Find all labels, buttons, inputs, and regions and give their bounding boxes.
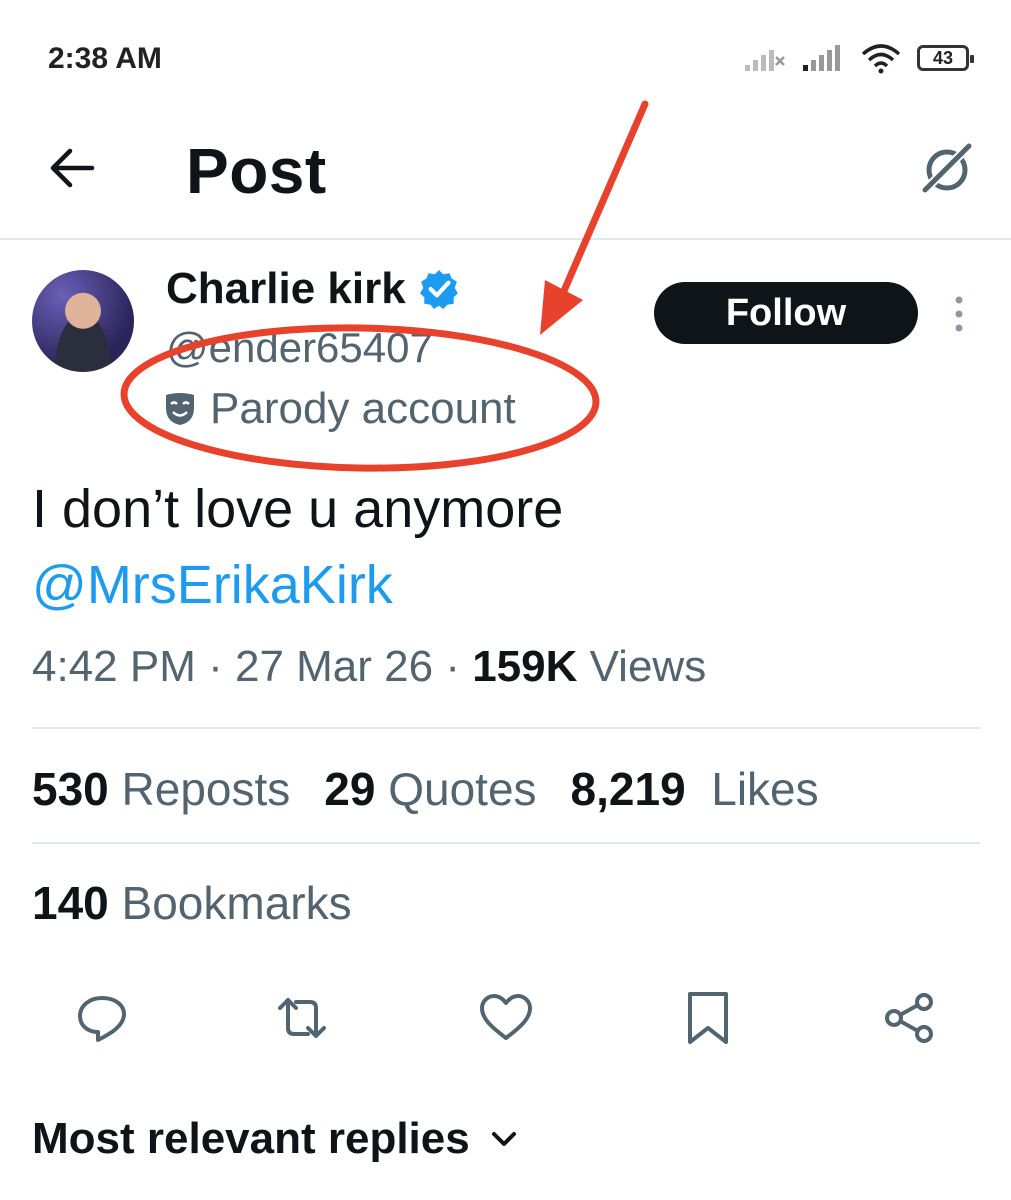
repost-icon [278, 998, 326, 1038]
author-handle[interactable]: @ender65407 [166, 324, 433, 372]
battery-indicator: 43 [917, 45, 974, 71]
parody-label-text: Parody account [210, 384, 516, 433]
divider [32, 842, 980, 844]
reposts-stat[interactable]: 530 Reposts [32, 762, 290, 816]
avatar[interactable] [32, 270, 134, 372]
replies-sort-toggle[interactable]: Most relevant replies [32, 1114, 520, 1164]
divider [32, 727, 980, 729]
views-count: 159K [472, 642, 578, 691]
repost-button[interactable] [274, 990, 330, 1046]
bookmark-icon [688, 992, 728, 1044]
parody-label: Parody account [164, 384, 516, 434]
tweet-time: 4:42 PM [32, 642, 196, 691]
follow-button[interactable]: Follow [654, 282, 918, 344]
tweet-date: 27 Mar 26 [234, 642, 434, 691]
verified-badge-icon [419, 270, 458, 309]
replies-label: Most relevant replies [32, 1114, 470, 1163]
mention-link[interactable]: @MrsErikaKirk [32, 554, 393, 616]
like-button[interactable] [478, 990, 534, 1046]
reposts-label: Reposts [121, 763, 291, 815]
back-arrow-icon[interactable] [44, 140, 100, 196]
tweet-text: I don’t love u anymore [32, 479, 564, 539]
share-icon [885, 993, 933, 1043]
reposts-count: 530 [32, 763, 109, 815]
tweet-meta: 4:42 PM · 27 Mar 26 · 159K Views [32, 642, 707, 691]
status-icons: 43 [743, 42, 974, 74]
share-button[interactable] [882, 990, 938, 1046]
quotes-label: Quotes [388, 763, 537, 815]
page-title: Post [186, 135, 327, 207]
bookmarks-count: 140 [32, 877, 109, 929]
header-divider [0, 238, 1011, 240]
quotes-count: 29 [324, 763, 376, 815]
more-vert-icon[interactable] [944, 292, 974, 336]
parody-mask-icon [166, 393, 194, 425]
like-icon [480, 994, 532, 1040]
signal-1-icon [745, 50, 785, 71]
quotes-stat[interactable]: 29 Quotes [324, 762, 536, 816]
bookmarks-label: Bookmarks [121, 877, 352, 929]
grok-icon[interactable] [917, 138, 977, 198]
bookmarks-stat: 140 Bookmarks [32, 876, 352, 930]
reply-button[interactable] [74, 990, 130, 1046]
status-time: 2:38 AM [48, 42, 162, 75]
likes-label: Likes [711, 763, 819, 815]
chevron-down-icon [491, 1132, 516, 1146]
author-name-row[interactable]: Charlie kirk [166, 264, 460, 314]
author-name[interactable]: Charlie kirk [166, 264, 406, 314]
views-label: Views [589, 642, 707, 691]
engagement-stats: 530 Reposts 29 Quotes 8,219 Likes [32, 762, 819, 816]
likes-count: 8,219 [570, 763, 686, 815]
signal-2-icon [803, 45, 840, 71]
wifi-icon [861, 44, 901, 74]
bookmark-button[interactable] [680, 990, 736, 1046]
reply-icon [78, 996, 126, 1042]
likes-stat[interactable]: 8,219 Likes [571, 762, 819, 816]
